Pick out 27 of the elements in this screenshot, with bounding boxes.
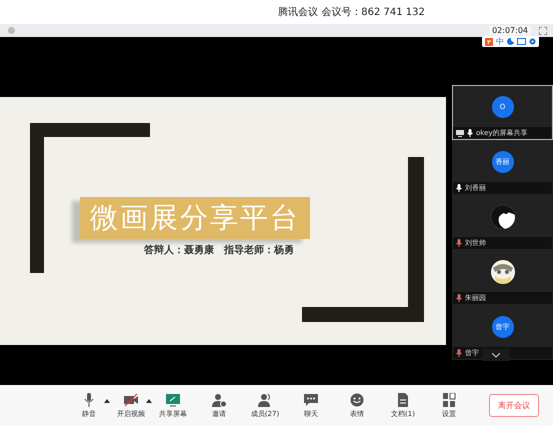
gear-icon[interactable] [529, 38, 536, 45]
users-icon [257, 392, 273, 406]
muted-mic-icon [456, 349, 462, 357]
screen-share-icon [165, 392, 181, 406]
window-title: 腾讯会议 会议号：862 741 132 [278, 6, 425, 19]
document-icon [395, 392, 411, 406]
caret-icon[interactable] [146, 398, 152, 402]
moon-icon[interactable] [507, 38, 514, 45]
video-off-icon [123, 392, 139, 406]
input-method-logo-icon[interactable] [485, 38, 493, 46]
ime-mode[interactable]: 中 [496, 36, 504, 47]
grid-icon [441, 392, 457, 406]
muted-mic-icon [456, 294, 462, 302]
slide-title: 微画展分享平台 [80, 197, 310, 239]
add-user-icon [211, 392, 227, 406]
caret-icon[interactable] [104, 398, 110, 402]
mic-icon [456, 184, 462, 192]
slide-subtitle: 答辩人：聂勇康 指导老师：杨勇 [144, 243, 294, 257]
meeting-timer: 02:07:04 [489, 26, 531, 35]
smiley-icon [349, 392, 365, 406]
chat-icon [303, 392, 319, 406]
chevron-down-icon[interactable] [482, 349, 510, 361]
leave-meeting-button[interactable]: 离开会议 [489, 394, 539, 417]
mic-icon [467, 129, 473, 137]
keyboard-icon[interactable] [517, 38, 526, 45]
fullscreen-icon[interactable] [539, 26, 547, 34]
muted-mic-icon [456, 239, 462, 247]
